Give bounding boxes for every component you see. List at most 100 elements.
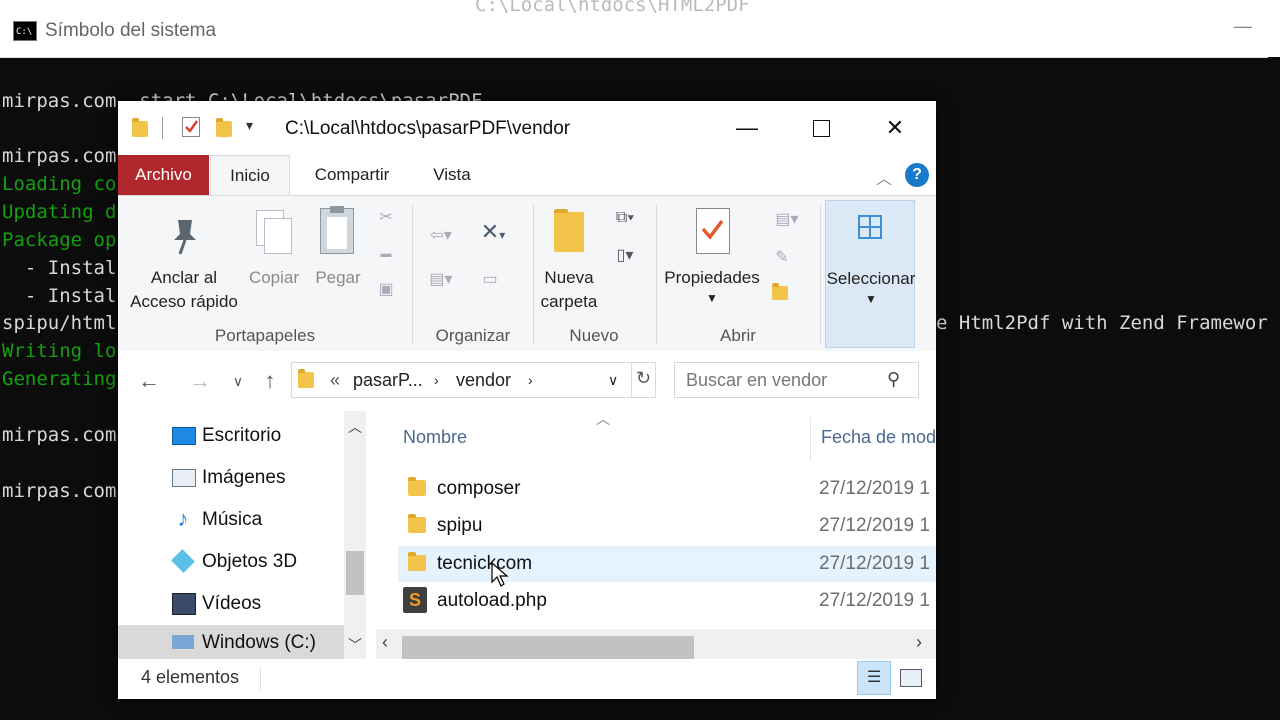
cmd-line: Writing lo: [2, 340, 117, 362]
search-icon[interactable]: ⚲: [887, 369, 900, 390]
chevron-up-icon[interactable]: ︿: [874, 165, 894, 188]
large-icons-view-icon[interactable]: [900, 669, 922, 687]
file-row-autoload-php[interactable]: S autoload.php 27/12/2019 1: [398, 583, 936, 619]
paste-shortcut-icon[interactable]: ▣: [376, 280, 396, 300]
chevron-right-icon[interactable]: ›: [528, 372, 533, 388]
scroll-up-icon[interactable]: ︿: [348, 417, 362, 437]
recent-locations-chevron-icon[interactable]: ∨: [226, 373, 250, 390]
details-view-icon[interactable]: ☰: [857, 661, 891, 695]
nav-pane-scrollbar[interactable]: ︿ ﹀: [344, 411, 366, 659]
cmd-line: mirpas.com: [2, 145, 117, 167]
music-icon: ♪: [177, 506, 189, 531]
copy-to-icon[interactable]: ▤▾: [426, 270, 456, 290]
column-header-date[interactable]: Fecha de mod: [821, 427, 936, 448]
scroll-thumb[interactable]: [402, 636, 694, 660]
scroll-right-icon[interactable]: ›: [916, 632, 922, 653]
new-folder-label-2[interactable]: carpeta: [533, 290, 605, 314]
file-row-spipu[interactable]: spipu 27/12/2019 1: [398, 508, 936, 544]
forward-arrow-icon[interactable]: →: [188, 368, 212, 394]
minimize-button[interactable]: —: [724, 111, 770, 145]
tab-vista[interactable]: Vista: [418, 155, 486, 195]
delete-icon[interactable]: ✕▾: [478, 221, 508, 243]
copy-path-icon[interactable]: ▬: [376, 244, 396, 264]
pin-icon[interactable]: [168, 216, 202, 261]
properties-dropdown-icon[interactable]: ▼: [702, 286, 722, 310]
nav-item-label: Música: [202, 509, 263, 530]
open-icon[interactable]: ▤▾: [770, 210, 804, 230]
select-button[interactable]: Seleccionar ▼: [825, 200, 915, 348]
new-item-icon[interactable]: ⧉▾: [608, 208, 642, 228]
column-divider[interactable]: [810, 417, 811, 461]
copy-icon-back: [264, 218, 292, 254]
scroll-left-icon[interactable]: ‹: [382, 632, 388, 653]
file-date: 27/12/2019 1: [819, 553, 930, 574]
close-button[interactable]: ✕: [872, 111, 918, 145]
group-organizar: Organizar: [435, 326, 511, 345]
cmd-minimize-button[interactable]: —: [1233, 16, 1253, 40]
video-icon: [172, 593, 196, 615]
nav-item-escritorio[interactable]: Escritorio: [118, 415, 348, 455]
help-icon[interactable]: ?: [905, 163, 929, 187]
horizontal-scrollbar[interactable]: ‹ ›: [376, 629, 936, 660]
file-row-tecnickcom[interactable]: tecnickcom 27/12/2019 1: [398, 546, 936, 587]
rename-icon[interactable]: ▭: [480, 270, 500, 290]
breadcrumb-overflow[interactable]: «: [330, 370, 340, 391]
pictures-icon: [172, 469, 196, 487]
chevron-right-icon[interactable]: ›: [434, 372, 439, 388]
move-to-icon[interactable]: ⇦▾: [426, 226, 456, 246]
pin-button-label-2[interactable]: Acceso rápido: [126, 290, 242, 314]
nav-item-objetos-3d[interactable]: Objetos 3D: [118, 541, 348, 581]
maximize-button[interactable]: [798, 111, 844, 145]
file-row-composer[interactable]: composer 27/12/2019 1: [398, 471, 936, 507]
pin-button-label-1[interactable]: Anclar al: [126, 266, 242, 290]
refresh-icon[interactable]: ↻: [636, 368, 651, 389]
tab-inicio[interactable]: Inicio: [210, 155, 290, 195]
cmd-line: Updating d: [2, 201, 117, 223]
nav-item-musica[interactable]: ♪ Música: [118, 499, 348, 539]
search-placeholder: Buscar en vendor: [686, 370, 828, 390]
history-icon[interactable]: [772, 283, 788, 300]
easy-access-icon[interactable]: ▯▾: [608, 246, 642, 266]
copy-button-label[interactable]: Copiar: [244, 266, 304, 290]
cmd-ghost-text: C:\Local\htdocs\HTML2PDF: [475, 0, 750, 16]
nav-item-imagenes[interactable]: Imágenes: [118, 457, 348, 497]
search-input[interactable]: Buscar en vendor ⚲: [674, 362, 919, 398]
desktop-icon: [172, 427, 196, 445]
cmd-line: Generating: [2, 368, 117, 390]
nav-item-videos[interactable]: Vídeos: [118, 583, 348, 623]
breadcrumb-pasarpdf[interactable]: pasarP...: [353, 370, 423, 391]
new-folder-icon[interactable]: [554, 209, 584, 252]
ribbon-body: Anclar al Acceso rápido Copiar Pegar ✂ ▬…: [118, 195, 936, 352]
cmd-line: Loading co: [2, 173, 117, 195]
new-folder-label-1[interactable]: Nueva: [533, 266, 605, 290]
back-arrow-icon[interactable]: ←: [137, 368, 161, 394]
up-arrow-icon[interactable]: ↑: [258, 368, 282, 394]
properties-check-icon[interactable]: [182, 117, 200, 137]
file-name: tecnickcom: [437, 553, 533, 574]
column-header-name[interactable]: Nombre: [403, 427, 467, 448]
tab-compartir[interactable]: Compartir: [298, 155, 406, 195]
qa-divider: [162, 117, 163, 139]
address-bar[interactable]: « pasarP... › vendor › ∨ ↻: [291, 362, 656, 398]
ribbon-separator: [412, 204, 413, 344]
tab-archivo[interactable]: Archivo: [118, 155, 209, 195]
properties-icon[interactable]: [696, 208, 730, 254]
scroll-thumb[interactable]: [346, 551, 364, 595]
paste-icon[interactable]: [320, 206, 354, 254]
cut-icon[interactable]: ✂: [376, 208, 396, 228]
navigation-bar: ← → ∨ ↑ « pasarP... › vendor › ∨ ↻ Busca…: [118, 351, 936, 411]
address-dropdown-icon[interactable]: ∨: [608, 372, 618, 389]
cmd-window-title: Símbolo del sistema: [45, 20, 217, 41]
sort-ascending-icon: ︿: [596, 411, 610, 427]
cmd-line: mirpas.com: [2, 480, 117, 502]
edit-icon[interactable]: ✎: [772, 248, 792, 268]
drive-icon: [172, 635, 194, 649]
paste-button-label[interactable]: Pegar: [308, 266, 368, 290]
scroll-down-icon[interactable]: ﹀: [348, 635, 362, 655]
nav-item-windows-c[interactable]: Windows (C:): [118, 625, 344, 659]
cmd-scrollbar[interactable]: [1268, 57, 1280, 720]
group-abrir: Abrir: [720, 326, 756, 345]
qa-dropdown-icon[interactable]: ▾: [246, 117, 253, 134]
new-folder-icon[interactable]: [216, 118, 232, 137]
breadcrumb-vendor[interactable]: vendor: [456, 370, 511, 391]
